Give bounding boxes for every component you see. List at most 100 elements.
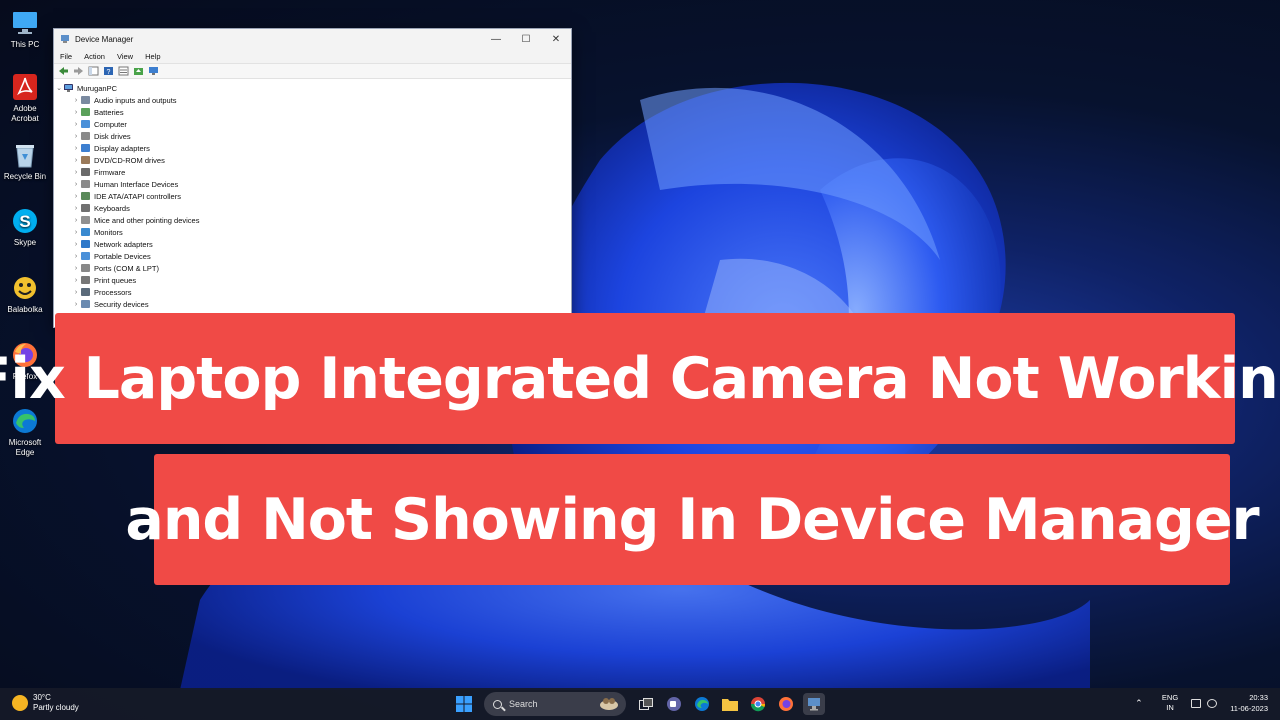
device-category-icon: [81, 264, 90, 272]
task-view-button[interactable]: [635, 693, 657, 715]
forward-arrow-icon[interactable]: [73, 66, 84, 76]
start-button[interactable]: [453, 693, 475, 715]
weather-desc: Partly cloudy: [33, 703, 79, 712]
desktop-icon-label: Microsoft Edge: [8, 438, 42, 457]
tree-category-item[interactable]: › Firmware: [54, 166, 571, 178]
taskbar-file-explorer[interactable]: [719, 693, 741, 715]
tree-category-label: Processors: [94, 287, 132, 297]
teams-chat-button[interactable]: [663, 693, 685, 715]
expand-chevron-icon[interactable]: ›: [71, 265, 81, 272]
desktop-icon-microsoft-edge[interactable]: Microsoft Edge: [2, 406, 48, 458]
expand-chevron-icon[interactable]: ›: [71, 193, 81, 200]
device-category-icon: [81, 192, 90, 200]
tree-category-item[interactable]: › Portable Devices: [54, 250, 571, 262]
tree-category-item[interactable]: › Security devices: [54, 298, 571, 310]
close-button[interactable]: ✕: [541, 29, 571, 49]
search-label: Search: [509, 699, 538, 709]
clock[interactable]: 20:33 11-06-2023: [1230, 692, 1268, 714]
device-category-icon: [81, 228, 90, 236]
tree-category-item[interactable]: › Network adapters: [54, 238, 571, 250]
taskbar: 30°C Partly cloudy Search ⌃ ENG IN 20:33…: [0, 688, 1280, 720]
tree-category-label: IDE ATA/ATAPI controllers: [94, 191, 181, 201]
tree-category-item[interactable]: › Processors: [54, 286, 571, 298]
computer-icon: [64, 84, 73, 92]
tree-category-item[interactable]: › Batteries: [54, 106, 571, 118]
tree-category-item[interactable]: › Display adapters: [54, 142, 571, 154]
expand-chevron-icon[interactable]: ›: [71, 133, 81, 140]
menu-file[interactable]: File: [60, 52, 72, 61]
device-manager-window[interactable]: Device Manager — ☐ ✕ File Action View He…: [53, 28, 572, 328]
firefox-icon: [779, 697, 793, 711]
clock-time: 20:33: [1249, 693, 1268, 702]
desktop-icon-recycle-bin[interactable]: Recycle Bin: [2, 140, 48, 182]
maximize-button[interactable]: ☐: [511, 29, 541, 49]
monitor-icon: [13, 12, 37, 34]
expand-chevron-icon[interactable]: ›: [71, 109, 81, 116]
expand-chevron-icon[interactable]: ›: [71, 121, 81, 128]
expand-chevron-icon[interactable]: ›: [71, 301, 81, 308]
tree-category-item[interactable]: › IDE ATA/ATAPI controllers: [54, 190, 571, 202]
network-icon[interactable]: [1191, 698, 1202, 708]
expand-chevron-icon[interactable]: ›: [71, 229, 81, 236]
menu-action[interactable]: Action: [84, 52, 105, 61]
tree-category-item[interactable]: › Audio inputs and outputs: [54, 94, 571, 106]
minimize-button[interactable]: —: [481, 29, 511, 49]
taskbar-search[interactable]: Search: [484, 692, 626, 716]
tree-category-item[interactable]: › Mice and other pointing devices: [54, 214, 571, 226]
back-arrow-icon[interactable]: [58, 66, 69, 76]
taskbar-device-manager[interactable]: [803, 693, 825, 715]
tree-root[interactable]: ⌄ MuruganPC: [54, 82, 571, 94]
expand-chevron-icon[interactable]: ›: [71, 289, 81, 296]
scan-hardware-icon[interactable]: [148, 66, 159, 76]
show-hidden-icons-chevron-icon[interactable]: ⌃: [1132, 698, 1146, 709]
window-title: Device Manager: [75, 34, 134, 44]
device-category-icon: [81, 120, 90, 128]
tree-category-item[interactable]: › Keyboards: [54, 202, 571, 214]
device-category-icon: [81, 300, 90, 308]
taskbar-edge[interactable]: [691, 693, 713, 715]
language-indicator[interactable]: ENG IN: [1162, 693, 1178, 713]
banner-text-line-2: and Not Showing In Device Manager: [125, 486, 1259, 553]
tree-root-label: MuruganPC: [77, 83, 118, 93]
collapse-chevron-icon[interactable]: ⌄: [54, 84, 64, 92]
expand-chevron-icon[interactable]: ›: [71, 145, 81, 152]
svg-text:?: ?: [107, 69, 111, 76]
expand-chevron-icon[interactable]: ›: [71, 157, 81, 164]
show-hide-tree-icon[interactable]: [88, 66, 99, 76]
expand-chevron-icon[interactable]: ›: [71, 97, 81, 104]
expand-chevron-icon[interactable]: ›: [71, 169, 81, 176]
update-driver-icon[interactable]: [133, 66, 144, 76]
title-bar[interactable]: Device Manager — ☐ ✕: [54, 29, 571, 49]
desktop-icon-skype[interactable]: S Skype: [2, 206, 48, 248]
desktop-icon-adobe-acrobat[interactable]: Adobe Acrobat: [2, 72, 48, 124]
taskbar-center: Search: [450, 692, 828, 716]
desktop-icon-label: This PC: [10, 40, 40, 49]
tree-category-item[interactable]: › Human Interface Devices: [54, 178, 571, 190]
desktop-icon-this-pc[interactable]: This PC: [2, 8, 48, 50]
expand-chevron-icon[interactable]: ›: [71, 277, 81, 284]
tree-category-item[interactable]: › Monitors: [54, 226, 571, 238]
taskbar-chrome[interactable]: [747, 693, 769, 715]
volume-icon[interactable]: [1207, 698, 1218, 708]
tree-category-item[interactable]: › Computer: [54, 118, 571, 130]
expand-chevron-icon[interactable]: ›: [71, 241, 81, 248]
taskbar-firefox[interactable]: [775, 693, 797, 715]
tree-category-label: Human Interface Devices: [94, 179, 179, 189]
tree-category-item[interactable]: › Disk drives: [54, 130, 571, 142]
expand-chevron-icon[interactable]: ›: [71, 181, 81, 188]
tree-category-label: Ports (COM & LPT): [94, 263, 160, 273]
expand-chevron-icon[interactable]: ›: [71, 217, 81, 224]
tree-category-item[interactable]: › DVD/CD-ROM drives: [54, 154, 571, 166]
expand-chevron-icon[interactable]: ›: [71, 253, 81, 260]
desktop-icon-balabolka[interactable]: Balabolka: [2, 273, 48, 315]
menu-view[interactable]: View: [117, 52, 133, 61]
menu-bar: File Action View Help: [54, 49, 571, 63]
tree-category-item[interactable]: › Print queues: [54, 274, 571, 286]
tree-category-item[interactable]: › Ports (COM & LPT): [54, 262, 571, 274]
svg-text:S: S: [19, 212, 30, 231]
menu-help[interactable]: Help: [145, 52, 160, 61]
expand-chevron-icon[interactable]: ›: [71, 205, 81, 212]
details-view-icon[interactable]: [118, 66, 129, 76]
properties-icon[interactable]: ?: [103, 66, 114, 76]
weather-widget[interactable]: 30°C Partly cloudy: [12, 693, 79, 713]
